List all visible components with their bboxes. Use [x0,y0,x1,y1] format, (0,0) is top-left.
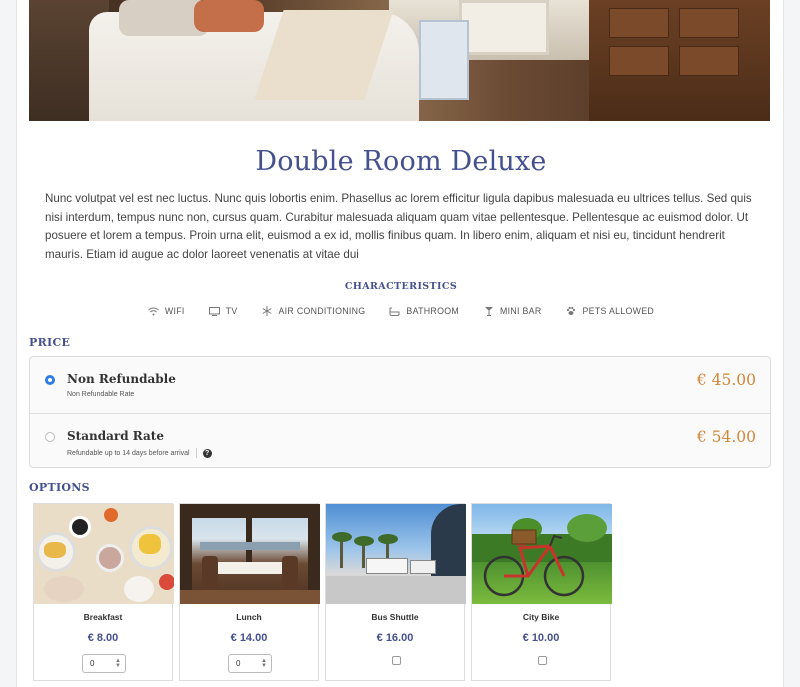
option-card-breakfast: Breakfast € 8.00 0 ▲ ▼ [33,503,174,681]
option-price: € 16.00 [376,632,414,644]
stepper-arrows-icon[interactable]: ▲ ▼ [115,658,121,669]
option-card-bus-shuttle: Bus Shuttle € 16.00 [325,503,466,681]
rate-amount: € 54.00 [696,428,756,446]
feature-label: WIFI [164,306,185,316]
room-hero-image [29,0,770,121]
option-price: € 14.00 [230,632,268,644]
option-label: Lunch [236,612,262,622]
bus-shuttle-image [326,504,466,604]
feature-label: MINI BAR [500,306,542,316]
quantity-stepper-lunch[interactable]: 0 ▲ ▼ [228,654,272,673]
divider [195,448,197,458]
rate-radio[interactable] [45,432,55,442]
option-label: City Bike [522,612,560,622]
option-label: Breakfast [83,612,123,622]
options-heading: OPTIONS [29,481,90,494]
price-options: Non Refundable Non Refundable Rate € 45.… [29,356,771,468]
help-icon[interactable]: ? [202,448,212,458]
feature-bathroom: BATHROOM [389,306,459,316]
rate-radio-selected[interactable] [45,375,55,385]
feature-wifi: WIFI [148,306,185,316]
wifi-icon [148,306,159,316]
option-price: € 10.00 [522,632,560,644]
rate-subtitle: Refundable up to 14 days before arrival … [67,448,212,458]
rate-name: Standard Rate [67,429,164,443]
paw-icon [566,306,577,316]
feature-label: BATHROOM [406,306,459,316]
rate-subtitle-text: Non Refundable Rate [67,391,135,398]
city-bike-image [472,504,612,604]
option-label: Bus Shuttle [371,612,419,622]
rate-standard[interactable]: Standard Rate Refundable up to 14 days b… [30,413,770,469]
price-heading: PRICE [29,336,71,349]
rate-subtitle-text: Refundable up to 14 days before arrival [67,449,190,457]
options-list: Breakfast € 8.00 0 ▲ ▼ Lunch € 14.00 0 ▲… [33,503,612,681]
quantity-value: 0 [90,659,95,668]
option-price: € 8.00 [87,632,119,644]
option-card-lunch: Lunch € 14.00 0 ▲ ▼ [179,503,320,681]
city-bike-checkbox[interactable] [538,656,547,665]
cocktail-icon [483,306,494,316]
room-description: Nunc volutpat vel est nec luctus. Nunc q… [45,192,752,261]
feature-pets-allowed: PETS ALLOWED [566,306,655,316]
room-title: Double Room Deluxe [255,146,547,177]
rate-amount: € 45.00 [696,371,756,389]
room-page: Double Room Deluxe Nunc volutpat vel est… [16,0,784,687]
rate-non-refundable[interactable]: Non Refundable Non Refundable Rate € 45.… [30,357,770,413]
lunch-image [180,504,320,604]
characteristics-list: WIFI TV AIR CONDITIONING BATHROOM MINI B… [17,306,785,316]
rate-name: Non Refundable [67,372,176,386]
breakfast-image [34,504,174,604]
characteristics-heading: CHARACTERISTICS [344,281,458,292]
feature-label: TV [225,306,238,316]
feature-tv: TV [208,306,238,316]
bathtub-icon [389,306,400,316]
rate-subtitle: Non Refundable Rate [67,391,134,398]
feature-air-conditioning: AIR CONDITIONING [262,306,366,316]
stepper-arrows-icon[interactable]: ▲ ▼ [261,658,267,669]
quantity-value: 0 [236,659,241,668]
feature-mini-bar: MINI BAR [483,306,542,316]
feature-label: PETS ALLOWED [582,306,655,316]
bus-shuttle-checkbox[interactable] [392,656,401,665]
option-card-city-bike: City Bike € 10.00 [471,503,612,681]
snowflake-icon [262,306,273,316]
tv-icon [208,306,220,316]
quantity-stepper-breakfast[interactable]: 0 ▲ ▼ [82,654,126,673]
feature-label: AIR CONDITIONING [278,306,366,316]
